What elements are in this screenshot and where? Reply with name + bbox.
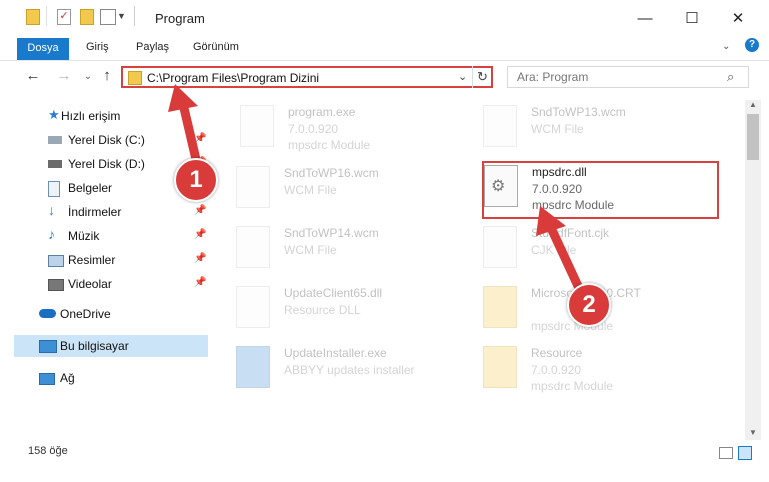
annotation-arrows	[168, 84, 583, 291]
arrow-2-icon	[536, 206, 583, 291]
step-marker-1: 1	[174, 158, 218, 202]
arrow-1-icon	[168, 84, 203, 173]
step-marker-2: 2	[567, 283, 611, 327]
